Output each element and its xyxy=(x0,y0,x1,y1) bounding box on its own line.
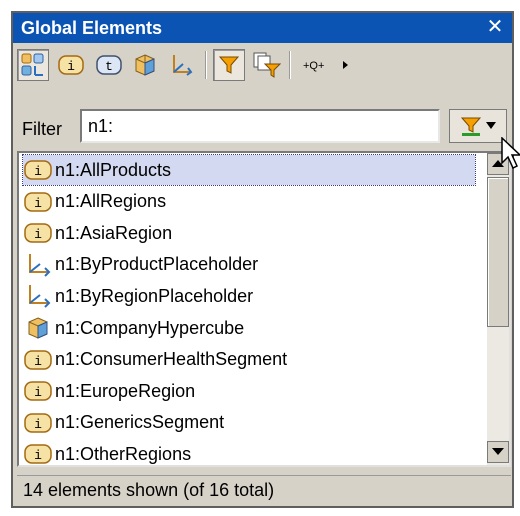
list-item-icon xyxy=(23,284,53,309)
list-item-label: n1:AsiaRegion xyxy=(55,222,173,243)
list-item-label: n1:ConsumerHealthSegment xyxy=(55,349,288,370)
list-item[interactable]: n1:ByProductPlaceholder xyxy=(23,250,473,280)
list-item-icon: i xyxy=(23,379,53,403)
svg-text:i: i xyxy=(34,417,42,432)
navigation-button[interactable]: +Q+ xyxy=(303,49,353,81)
filter-dropdown-button[interactable] xyxy=(449,109,507,143)
item-icon: i xyxy=(58,55,84,75)
item-icon: i xyxy=(24,381,52,401)
list-item-label: n1:GenericsSegment xyxy=(55,412,225,433)
dimension-icon xyxy=(29,253,51,277)
filter-icon xyxy=(218,56,240,74)
list-item[interactable]: i n1:ConsumerHealthSegment xyxy=(23,345,473,375)
scroll-thumb[interactable] xyxy=(487,177,509,327)
list-item-icon: i xyxy=(23,442,53,465)
list-item-label: n1:EuropeRegion xyxy=(55,380,196,401)
global-elements-list: i n1:AllProducts i n1:AllRegions i n1:AsiaReg… xyxy=(17,151,511,467)
list-item[interactable]: i n1:OtherRegions xyxy=(23,439,473,465)
mouse-cursor-icon xyxy=(501,137,520,170)
svg-text:i: i xyxy=(34,354,42,369)
list-item[interactable]: i n1:AllProducts xyxy=(22,154,476,186)
filter-input[interactable] xyxy=(80,109,440,143)
filter-copy-icon xyxy=(253,52,281,78)
list-item[interactable]: i n1:AllRegions xyxy=(23,187,473,217)
show-tuples-button[interactable]: t xyxy=(93,49,125,81)
list-item[interactable]: i n1:GenericsSegment xyxy=(23,408,473,438)
list-item-icon xyxy=(23,253,53,277)
list-item-label: n1:CompanyHypercube xyxy=(55,317,245,338)
list-item-label: n1:AllProducts xyxy=(55,159,172,180)
item-icon: i xyxy=(24,191,52,212)
svg-text:i: i xyxy=(34,227,42,242)
list-item-icon: i xyxy=(23,221,53,245)
show-hypercubes-button[interactable] xyxy=(129,49,161,81)
status-bar: 14 elements shown (of 16 total) xyxy=(17,475,511,505)
list-item-icon: i xyxy=(23,348,53,372)
expand-navigation-icon: +Q+ xyxy=(303,60,348,72)
svg-text:i: i xyxy=(34,196,42,211)
show-items-button[interactable]: i xyxy=(55,49,87,81)
global-elements-panel: Global Elements ✕ i t +Q+ Filter n1: i n… xyxy=(11,11,520,508)
chevron-down-icon xyxy=(486,122,496,129)
toolbar-separator xyxy=(205,51,207,79)
item-icon: i xyxy=(24,444,52,465)
filter-label: Filter xyxy=(22,119,62,139)
close-button[interactable]: ✕ xyxy=(484,16,506,38)
list-item[interactable]: n1:ByRegionPlaceholder xyxy=(23,281,473,311)
item-icon: i xyxy=(24,160,52,180)
list-item[interactable]: i n1:AsiaRegion xyxy=(23,218,473,248)
show-all-icon xyxy=(21,53,44,76)
list-item-icon: i xyxy=(23,190,53,214)
status-text: 14 elements shown (of 16 total) xyxy=(23,480,275,500)
filter-copy-button[interactable] xyxy=(251,49,283,81)
dimension-icon xyxy=(29,285,51,309)
hypercube-icon xyxy=(135,54,155,76)
filter-icon xyxy=(460,117,482,136)
scroll-down-button[interactable] xyxy=(487,441,509,463)
svg-text:i: i xyxy=(34,385,42,400)
svg-text:i: i xyxy=(34,448,42,463)
filter-button[interactable] xyxy=(213,49,245,81)
item-icon: i xyxy=(24,413,52,433)
window-title: Global Elements xyxy=(21,18,163,38)
list-item-label: n1:AllRegions xyxy=(55,191,167,212)
svg-text:i: i xyxy=(67,59,75,74)
list-item[interactable]: i n1:EuropeRegion xyxy=(23,376,473,406)
hypercube-icon xyxy=(28,317,48,339)
svg-text:+Q+: +Q+ xyxy=(303,60,324,72)
toolbar-separator xyxy=(289,51,291,79)
svg-text:i: i xyxy=(34,164,42,179)
list-item-icon xyxy=(23,316,53,340)
tuple-icon: t xyxy=(96,55,122,75)
item-icon: i xyxy=(24,223,52,243)
dimension-icon xyxy=(173,55,193,76)
list-item-label: n1:ByRegionPlaceholder xyxy=(55,285,254,306)
list-item[interactable]: n1:CompanyHypercube xyxy=(23,313,473,343)
title-bar: Global Elements ✕ xyxy=(13,13,512,43)
item-icon: i xyxy=(24,349,52,370)
show-all-button[interactable] xyxy=(17,49,49,81)
svg-text:t: t xyxy=(105,59,113,74)
list-item-label: n1:OtherRegions xyxy=(55,443,192,464)
list-item-label: n1:ByProductPlaceholder xyxy=(55,254,259,275)
chevron-down-icon xyxy=(492,448,504,455)
vertical-scrollbar[interactable] xyxy=(487,153,509,465)
list-item-icon: i xyxy=(23,411,53,435)
list-item-icon: i xyxy=(23,158,53,182)
toolbar: i t +Q+ xyxy=(13,43,512,87)
show-dimensions-button[interactable] xyxy=(165,49,197,81)
